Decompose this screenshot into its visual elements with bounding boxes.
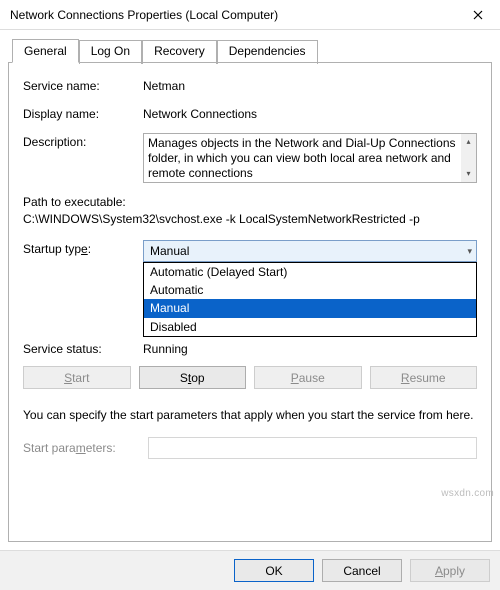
resume-button: Resume	[370, 366, 478, 389]
cancel-button[interactable]: Cancel	[322, 559, 402, 582]
ok-button[interactable]: OK	[234, 559, 314, 582]
service-name-label: Service name:	[23, 77, 143, 93]
titlebar: Network Connections Properties (Local Co…	[0, 0, 500, 30]
description-label: Description:	[23, 133, 143, 149]
start-params-input	[148, 437, 477, 459]
dropdown-item-auto[interactable]: Automatic	[144, 281, 476, 299]
description-text: Manages objects in the Network and Dial-…	[148, 136, 456, 180]
tab-log-on[interactable]: Log On	[79, 40, 142, 64]
tab-dependencies[interactable]: Dependencies	[217, 40, 318, 64]
path-label: Path to executable:	[23, 195, 477, 209]
startup-type-label: Startup type:	[23, 240, 143, 256]
service-name-value: Netman	[143, 77, 477, 93]
watermark: wsxdn.com	[441, 488, 494, 499]
startup-type-select[interactable]: Manual ▾	[143, 240, 477, 262]
service-status-value: Running	[143, 340, 477, 356]
apply-button: Apply	[410, 559, 490, 582]
tab-strip: General Log On Recovery Dependencies	[8, 38, 492, 62]
tab-panel-general: Service name: Netman Display name: Netwo…	[8, 62, 492, 542]
display-name-value: Network Connections	[143, 105, 477, 121]
window-title: Network Connections Properties (Local Co…	[10, 8, 278, 22]
tab-recovery[interactable]: Recovery	[142, 40, 217, 64]
dropdown-item-disabled[interactable]: Disabled	[144, 318, 476, 336]
pause-button: Pause	[254, 366, 362, 389]
close-button[interactable]	[455, 0, 500, 30]
dropdown-item-auto-delayed[interactable]: Automatic (Delayed Start)	[144, 263, 476, 281]
tab-general[interactable]: General	[12, 39, 79, 63]
description-field[interactable]: Manages objects in the Network and Dial-…	[143, 133, 477, 183]
chevron-down-icon: ▾	[467, 246, 472, 257]
path-value: C:\WINDOWS\System32\svchost.exe -k Local…	[23, 212, 477, 226]
startup-type-dropdown: Automatic (Delayed Start) Automatic Manu…	[143, 262, 477, 337]
start-button: Start	[23, 366, 131, 389]
start-params-label: Start parameters:	[23, 441, 148, 455]
display-name-label: Display name:	[23, 105, 143, 121]
startup-type-value: Manual	[150, 244, 189, 258]
dropdown-item-manual[interactable]: Manual	[144, 299, 476, 317]
scroll-up-icon[interactable]: ▴	[461, 134, 476, 150]
service-status-label: Service status:	[23, 340, 143, 356]
dialog-footer: OK Cancel Apply	[0, 550, 500, 590]
scroll-down-icon[interactable]: ▾	[461, 166, 476, 182]
start-params-hint: You can specify the start parameters tha…	[23, 407, 477, 423]
stop-button[interactable]: Stop	[139, 366, 247, 389]
close-icon	[473, 10, 483, 20]
description-scrollbar[interactable]: ▴ ▾	[461, 134, 476, 182]
